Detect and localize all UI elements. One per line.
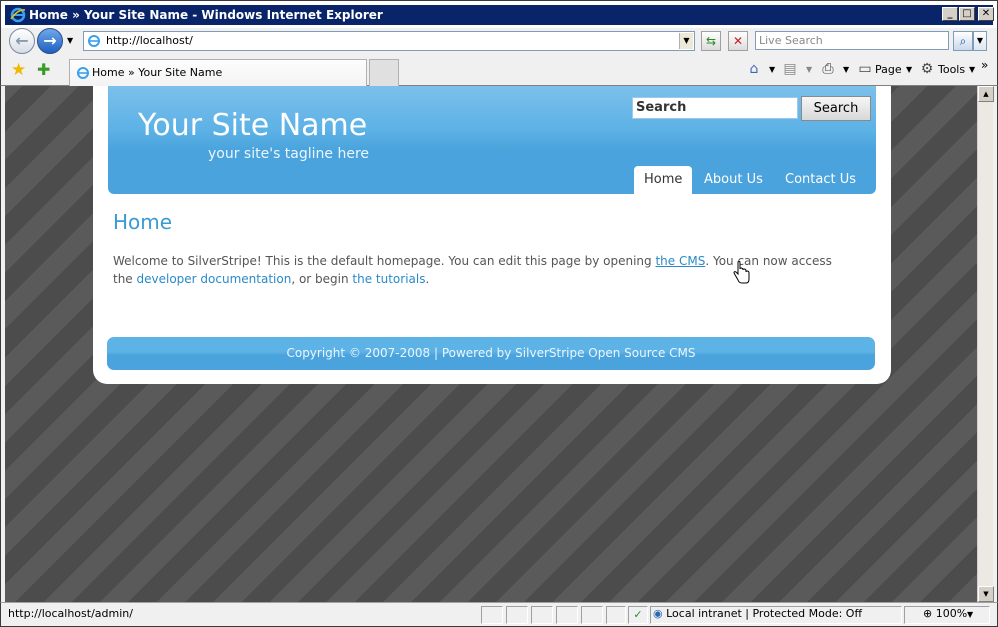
body-text-1: Welcome to SilverStripe! This is the def… xyxy=(113,254,656,268)
status-pane xyxy=(531,606,553,624)
add-favorites-icon[interactable]: ✚ xyxy=(37,61,50,79)
security-zone-text: ◉ Local intranet | Protected Mode: Off xyxy=(653,607,862,621)
forward-button[interactable]: → xyxy=(37,28,63,54)
address-toolbar: ← → ▼ http://localhost/ ▼ ⇆ ✕ Live Searc… xyxy=(0,28,998,56)
tools-menu[interactable]: Tools xyxy=(938,62,965,78)
minimize-button[interactable]: _ xyxy=(942,7,958,21)
zone-label: Local intranet | Protected Mode: Off xyxy=(666,607,863,620)
tab-title: Home » Your Site Name xyxy=(92,66,223,79)
zoom-dropdown-icon[interactable]: ▼ xyxy=(967,610,973,619)
nav-home[interactable]: Home xyxy=(634,166,693,194)
status-pane xyxy=(481,606,503,624)
ie-logo-icon xyxy=(10,7,26,23)
body-text-4: . xyxy=(425,272,430,286)
site-header: Your Site Name your site's tagline here … xyxy=(108,86,876,194)
forward-arrow-icon: → xyxy=(43,31,57,50)
status-bar: http://localhost/admin/ ✓ ◉ Local intran… xyxy=(0,602,998,627)
page-dropdown-icon[interactable]: ▼ xyxy=(906,65,912,74)
tab-toolbar: ★ ✚ Home » Your Site Name ⌂ ▼ ▤ ▼ ⎙ ▼ ▭ … xyxy=(0,56,998,86)
window-title: Home » Your Site Name - Windows Internet… xyxy=(29,8,383,22)
window-right-edge xyxy=(993,86,998,602)
security-check-icon[interactable]: ✓ xyxy=(628,606,648,624)
feeds-dropdown-icon[interactable]: ▼ xyxy=(806,65,812,74)
page-ie-icon xyxy=(88,35,100,47)
page-title: Home xyxy=(113,210,173,234)
status-pane xyxy=(581,606,603,624)
stop-icon: ✕ xyxy=(732,34,744,48)
feeds-icon[interactable]: ▤ xyxy=(781,60,799,78)
tab-home[interactable]: Home » Your Site Name xyxy=(69,59,367,86)
favorites-star-icon[interactable]: ★ xyxy=(11,61,26,79)
magnifier-icon: ⌕ xyxy=(959,34,967,48)
nav-about-us[interactable]: About Us xyxy=(694,166,773,194)
site-name[interactable]: Your Site Name xyxy=(138,108,367,144)
search-options-dropdown[interactable]: ▼ xyxy=(973,31,987,51)
new-tab-button[interactable] xyxy=(369,59,399,86)
status-pane xyxy=(556,606,578,624)
footer-text: Copyright © 2007-2008 | Powered by Silve… xyxy=(286,346,696,360)
tutorials-link[interactable]: the tutorials xyxy=(352,272,425,286)
body-text-3: , or begin xyxy=(291,272,353,286)
back-arrow-icon: ← xyxy=(15,31,29,50)
tools-gear-icon: ⚙ xyxy=(920,61,934,77)
refresh-icon: ⇆ xyxy=(705,34,717,48)
refresh-button[interactable]: ⇆ xyxy=(701,31,721,51)
site-tagline: your site's tagline here xyxy=(208,146,370,162)
print-dropdown-icon[interactable]: ▼ xyxy=(843,65,849,74)
cms-link[interactable]: the CMS xyxy=(655,254,705,268)
zone-globe-icon: ◉ xyxy=(653,607,663,620)
title-bar-fill: Home » Your Site Name - Windows Internet… xyxy=(5,5,994,25)
page-viewport: Your Site Name your site's tagline here … xyxy=(5,86,977,602)
back-button[interactable]: ← xyxy=(9,28,35,54)
developer-docs-link[interactable]: developer documentation xyxy=(137,272,292,286)
address-field[interactable]: http://localhost/ ▼ xyxy=(83,31,695,51)
address-dropdown-icon[interactable]: ▼ xyxy=(679,33,693,49)
site-search-button[interactable]: Search xyxy=(801,96,871,121)
stop-button[interactable]: ✕ xyxy=(728,31,748,51)
address-url[interactable]: http://localhost/ xyxy=(106,34,193,48)
status-pane xyxy=(506,606,528,624)
status-url: http://localhost/admin/ xyxy=(8,607,133,620)
print-icon[interactable]: ⎙ xyxy=(819,60,837,78)
nav-contact-us[interactable]: Contact Us xyxy=(775,166,866,194)
close-button[interactable]: ✕ xyxy=(978,7,994,21)
zoom-value: 100% xyxy=(935,607,968,620)
home-icon[interactable]: ⌂ xyxy=(745,60,763,78)
status-pane xyxy=(606,606,626,624)
vertical-scrollbar[interactable]: ▲ ▼ xyxy=(977,86,994,602)
hand-cursor-icon xyxy=(733,261,750,284)
page-menu[interactable]: Page xyxy=(875,62,902,78)
home-dropdown-icon[interactable]: ▼ xyxy=(769,65,775,74)
recent-pages-dropdown-icon[interactable]: ▼ xyxy=(67,36,73,45)
tools-dropdown-icon[interactable]: ▼ xyxy=(969,65,975,74)
zoom-magnifier-icon: ⊕ xyxy=(923,607,933,620)
tab-ie-icon xyxy=(77,67,89,79)
maximize-button[interactable]: □ xyxy=(959,7,975,21)
scroll-down-arrow-icon[interactable]: ▼ xyxy=(978,586,994,602)
zoom-level[interactable]: ⊕ 100% xyxy=(923,607,967,621)
scroll-up-arrow-icon[interactable]: ▲ xyxy=(978,86,994,102)
window-title-bar: Home » Your Site Name - Windows Internet… xyxy=(0,0,998,28)
page-icon: ▭ xyxy=(858,61,872,77)
site-footer: Copyright © 2007-2008 | Powered by Silve… xyxy=(107,337,875,370)
site-search-input[interactable]: Search xyxy=(632,97,798,119)
live-search-input[interactable]: Live Search xyxy=(755,31,949,50)
site-container: Your Site Name your site's tagline here … xyxy=(93,86,891,384)
search-go-button[interactable]: ⌕ xyxy=(953,31,973,51)
toolbar-overflow-icon[interactable]: » xyxy=(981,57,988,73)
